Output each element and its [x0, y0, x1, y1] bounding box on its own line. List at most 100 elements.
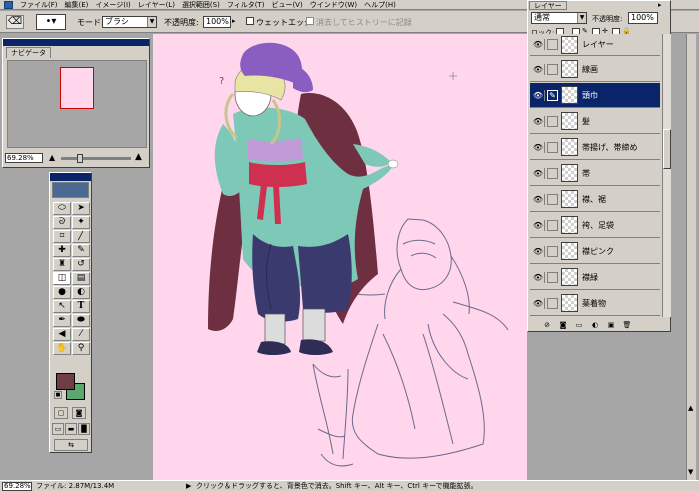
- zoom-in-icon[interactable]: ▲: [135, 152, 142, 162]
- navigator-titlebar[interactable]: [3, 39, 149, 46]
- history-checkbox[interactable]: [306, 17, 314, 25]
- eye-icon[interactable]: 👁: [532, 90, 545, 101]
- tab-layers[interactable]: レイヤー: [529, 1, 567, 10]
- menu-select[interactable]: 選択範囲(S): [182, 0, 220, 10]
- shape-icon[interactable]: ⬬: [72, 314, 90, 327]
- slice-icon[interactable]: ╱: [72, 230, 90, 243]
- marquee-icon[interactable]: ⬭: [53, 202, 71, 215]
- hand-icon[interactable]: ✋: [53, 342, 71, 355]
- opacity-arrow-icon[interactable]: ▸: [232, 17, 236, 25]
- eye-icon[interactable]: 👁: [532, 298, 545, 309]
- photoshop-logo[interactable]: [52, 182, 89, 198]
- blur-icon[interactable]: ●: [53, 286, 71, 299]
- quick-mask-icon[interactable]: ◙: [72, 407, 86, 419]
- mode-select[interactable]: ブラシ ▼: [102, 16, 157, 28]
- navigator-zoom-slider[interactable]: [61, 157, 131, 160]
- scroll-down-icon[interactable]: ▼: [688, 468, 693, 476]
- eye-icon[interactable]: 👁: [532, 194, 545, 205]
- healing-icon[interactable]: ✚: [53, 244, 71, 257]
- layer-link-box[interactable]: [547, 246, 558, 257]
- tab-navigator[interactable]: ナビゲータ: [6, 47, 51, 58]
- standard-mode-icon[interactable]: ▢: [54, 407, 68, 419]
- eye-icon[interactable]: 👁: [532, 142, 545, 153]
- panel-menu-icon[interactable]: ▸: [658, 1, 662, 9]
- brush-icon[interactable]: ✎: [72, 244, 90, 257]
- navigator-zoom-field[interactable]: 69.28%: [5, 153, 43, 163]
- navigator-preview[interactable]: [7, 60, 147, 148]
- eye-icon[interactable]: 👁: [532, 168, 545, 179]
- notes-icon[interactable]: ◀: [53, 328, 71, 341]
- jump-to-imageready-icon[interactable]: ⇆: [54, 439, 88, 451]
- toolbox-titlebar[interactable]: [50, 173, 91, 181]
- layer-opacity-field[interactable]: 100%: [628, 12, 658, 24]
- adjustment-layer-icon[interactable]: ◐: [590, 321, 600, 330]
- layer-link-box[interactable]: [547, 272, 558, 283]
- opacity-field[interactable]: 100%: [203, 16, 231, 28]
- menu-window[interactable]: ウインドウ(W): [310, 0, 357, 10]
- layers-scrollbar[interactable]: [662, 34, 671, 317]
- layer-row[interactable]: 👁 髪: [530, 109, 660, 134]
- layer-link-box[interactable]: [547, 64, 558, 75]
- screen-mode-full-icon[interactable]: █: [78, 423, 90, 435]
- menu-view[interactable]: ビュー(V): [271, 0, 302, 10]
- layer-row[interactable]: 👁 帯: [530, 161, 660, 186]
- layer-mask-icon[interactable]: ◙: [558, 321, 568, 330]
- layer-row-selected[interactable]: 👁 ✎ 頭巾: [530, 83, 660, 108]
- layer-row[interactable]: 👁 襟ピンク: [530, 239, 660, 264]
- default-colors-icon[interactable]: ■: [54, 391, 62, 399]
- brush-picker[interactable]: •▾: [36, 14, 66, 30]
- menu-image[interactable]: イメージ(I): [95, 0, 130, 10]
- blend-mode-select[interactable]: 通常 ▼: [531, 12, 587, 24]
- magic-wand-icon[interactable]: ✦: [72, 216, 90, 229]
- layer-row[interactable]: 👁 帯揚げ、帯締め: [530, 135, 660, 160]
- screen-mode-menu-icon[interactable]: ▬: [65, 423, 77, 435]
- path-select-icon[interactable]: ↖: [53, 300, 71, 313]
- layer-row[interactable]: 👁 レイヤー: [530, 34, 660, 56]
- history-brush-icon[interactable]: ↺: [72, 258, 90, 271]
- menu-filter[interactable]: フィルタ(T): [227, 0, 265, 10]
- menu-file[interactable]: ファイル(F): [20, 0, 58, 10]
- trash-icon[interactable]: 🗑: [622, 321, 632, 330]
- menu-edit[interactable]: 編集(E): [65, 0, 89, 10]
- navigator-zoom-slider-handle[interactable]: [77, 154, 83, 163]
- eye-icon[interactable]: 👁: [532, 39, 545, 50]
- pen-icon[interactable]: ✒: [53, 314, 71, 327]
- zoom-icon[interactable]: ⚲: [72, 342, 90, 355]
- crop-icon[interactable]: ⌗: [53, 230, 71, 243]
- dodge-icon[interactable]: ◐: [72, 286, 90, 299]
- eye-icon[interactable]: 👁: [532, 64, 545, 75]
- layer-row[interactable]: 👁 襟、裾: [530, 187, 660, 212]
- eraser-icon[interactable]: ◫: [53, 272, 71, 285]
- play-icon[interactable]: ▶: [186, 482, 191, 491]
- layer-row[interactable]: 👁 線画: [530, 57, 660, 82]
- app-icon[interactable]: [4, 0, 13, 9]
- layer-style-icon[interactable]: ⊘: [542, 321, 552, 330]
- stamp-icon[interactable]: ♜: [53, 258, 71, 271]
- layer-link-box[interactable]: [547, 194, 558, 205]
- wet-edges-checkbox[interactable]: [246, 17, 254, 25]
- eyedropper-icon[interactable]: ⁄: [72, 328, 90, 341]
- eye-icon[interactable]: 👁: [532, 272, 545, 283]
- eraser-preset-icon[interactable]: ⌫: [6, 15, 24, 29]
- layer-link-box[interactable]: [547, 142, 558, 153]
- layer-link-box[interactable]: [547, 116, 558, 127]
- layer-link-box[interactable]: [547, 168, 558, 179]
- lasso-icon[interactable]: ᘐ: [53, 216, 71, 229]
- new-set-icon[interactable]: ▭: [574, 321, 584, 330]
- new-layer-icon[interactable]: ▣: [606, 321, 616, 330]
- canvas[interactable]: ?: [153, 34, 527, 480]
- menu-help[interactable]: ヘルプ(H): [364, 0, 396, 10]
- screen-mode-standard-icon[interactable]: ▭: [52, 423, 64, 435]
- status-zoom-field[interactable]: 69.28%: [2, 482, 32, 491]
- brush-icon[interactable]: ✎: [547, 90, 558, 101]
- layer-link-box[interactable]: [547, 39, 558, 50]
- scroll-up-icon[interactable]: ▲: [688, 404, 693, 412]
- foreground-color-swatch[interactable]: [56, 373, 75, 390]
- eye-icon[interactable]: 👁: [532, 220, 545, 231]
- layer-row[interactable]: 👁 袴、足袋: [530, 213, 660, 238]
- layer-link-box[interactable]: [547, 298, 558, 309]
- type-icon[interactable]: T: [72, 300, 90, 313]
- navigator-view-box[interactable]: [60, 67, 94, 109]
- gradient-icon[interactable]: ▤: [72, 272, 90, 285]
- layer-row[interactable]: 👁 襟緑: [530, 265, 660, 290]
